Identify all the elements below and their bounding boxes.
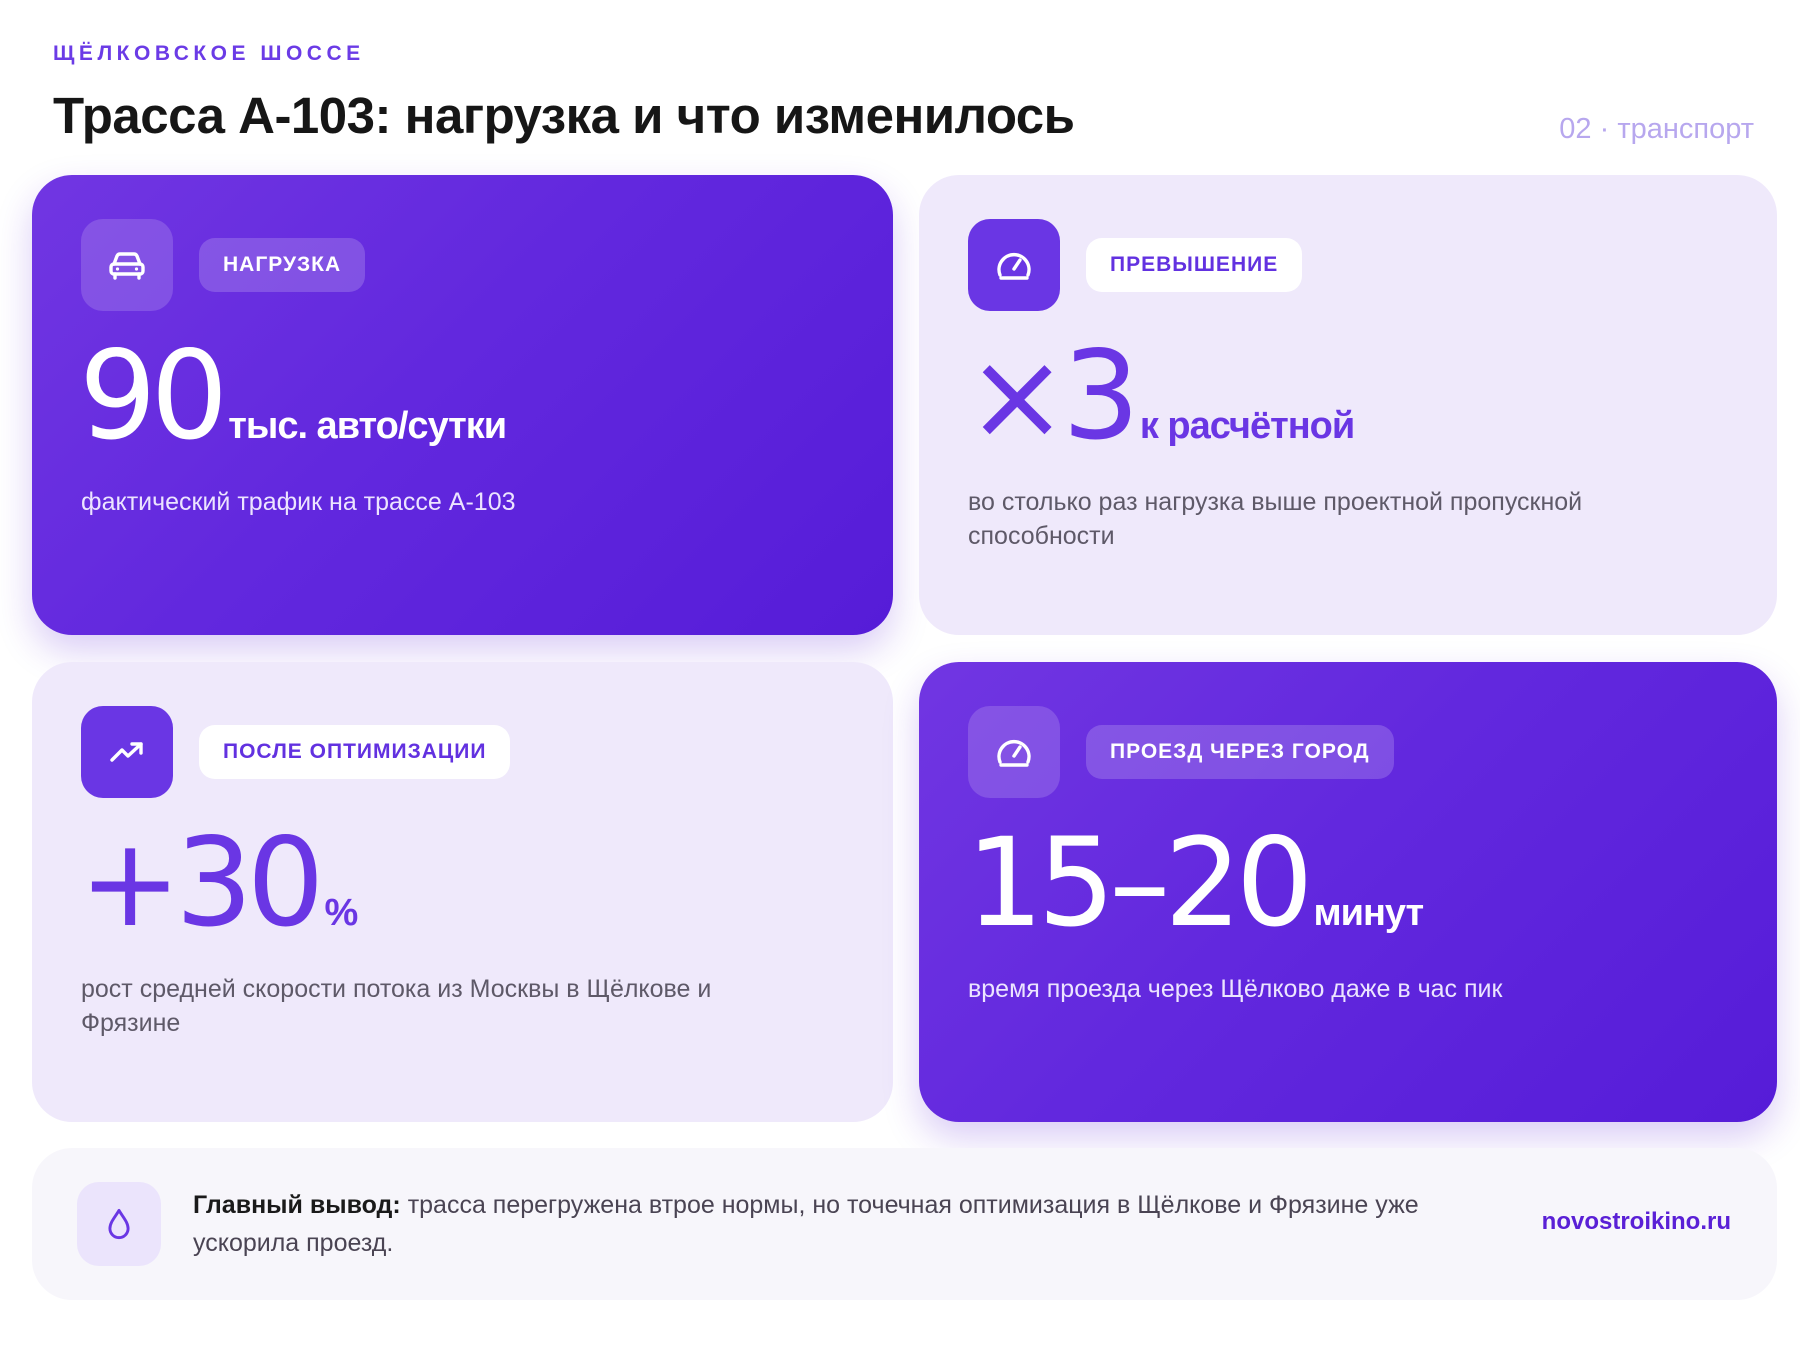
stat-value: 90: [79, 325, 228, 467]
card-excess: ПРЕВЫШЕНИЕ ×3 к расчётной во столько раз…: [919, 175, 1777, 635]
card-pill-transit: ПРОЕЗД ЧЕРЕЗ ГОРОД: [1086, 725, 1394, 779]
card-description: фактический трафик на трассе А-103: [81, 488, 516, 516]
card-pill-load: НАГРУЗКА: [199, 238, 366, 292]
trend-up-icon: [81, 706, 173, 798]
card-description: во столько раз нагрузка выше проектной п…: [968, 488, 1583, 550]
section-eyebrow: ЩЁЛКОВСКОЕ ШОССЕ: [53, 42, 365, 65]
card-description: время проезда через Щёлково даже в час п…: [968, 975, 1503, 1003]
speedometer-icon: [968, 219, 1060, 311]
stat-unit: тыс. авто/сутки: [228, 405, 507, 447]
page-tag: 02 · транспорт: [1559, 113, 1754, 145]
stat-unit: %: [324, 892, 358, 934]
page-title: Трасса А-103: нагрузка и что изменилось: [53, 87, 1075, 144]
stat-unit: к расчётной: [1139, 405, 1355, 447]
card-pill-excess: ПРЕВЫШЕНИЕ: [1086, 238, 1303, 292]
conclusion-banner: Главный вывод: трасса перегружена втрое …: [32, 1148, 1777, 1300]
stat-value: +30: [79, 812, 324, 954]
stat-optimization: +30 %: [79, 812, 358, 954]
stat-transit: 15–20 минут: [966, 812, 1424, 954]
speedometer-icon: [968, 706, 1060, 798]
card-pill-optimization: ПОСЛЕ ОПТИМИЗАЦИИ: [199, 725, 511, 779]
stat-unit: минут: [1313, 892, 1424, 934]
car-icon: [81, 219, 173, 311]
card-transit: ПРОЕЗД ЧЕРЕЗ ГОРОД 15–20 минут время про…: [919, 662, 1777, 1122]
stat-value: 15–20: [966, 812, 1313, 954]
card-optimization: ПОСЛЕ ОПТИМИЗАЦИИ +30 % рост средней ско…: [32, 662, 893, 1122]
site-link[interactable]: novostroikino.ru: [1542, 1208, 1731, 1236]
card-description: рост средней скорости потока из Москвы в…: [81, 975, 712, 1037]
stat-excess: ×3 к расчётной: [966, 325, 1355, 467]
stat-value: ×3: [966, 325, 1140, 467]
conclusion-text: Главный вывод: трасса перегружена втрое …: [193, 1186, 1493, 1262]
conclusion-lead: Главный вывод:: [193, 1191, 401, 1219]
stat-load: 90 тыс. авто/сутки: [79, 325, 507, 467]
drop-icon: [77, 1182, 161, 1266]
card-load: НАГРУЗКА 90 тыс. авто/сутки фактический …: [32, 175, 893, 635]
